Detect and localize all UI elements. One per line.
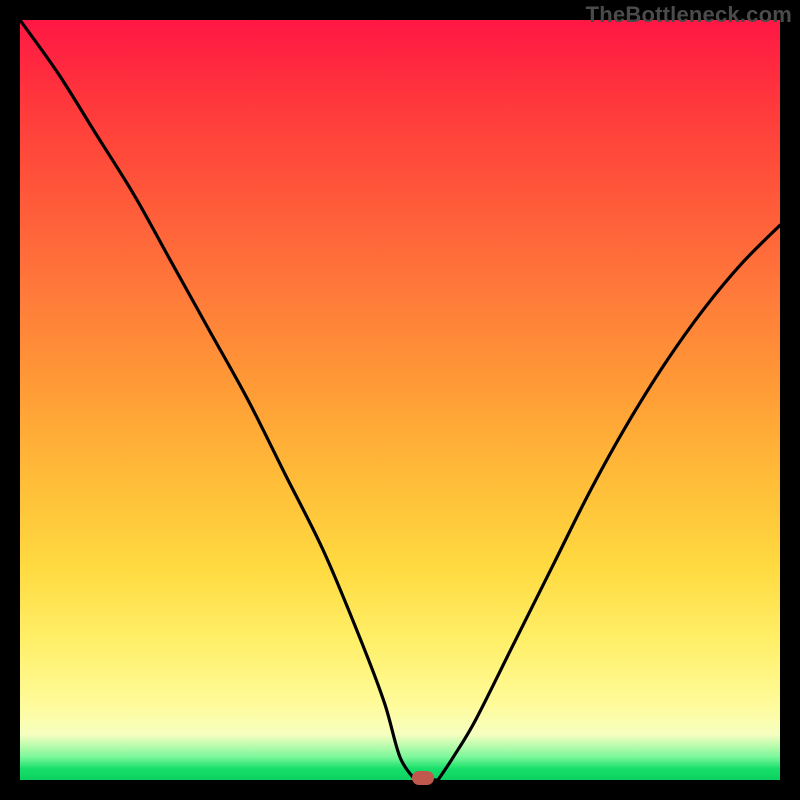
chart-frame: TheBottleneck.com [0,0,800,800]
watermark-text: TheBottleneck.com [586,2,792,28]
plot-area [20,20,780,780]
optimum-marker [412,771,434,785]
